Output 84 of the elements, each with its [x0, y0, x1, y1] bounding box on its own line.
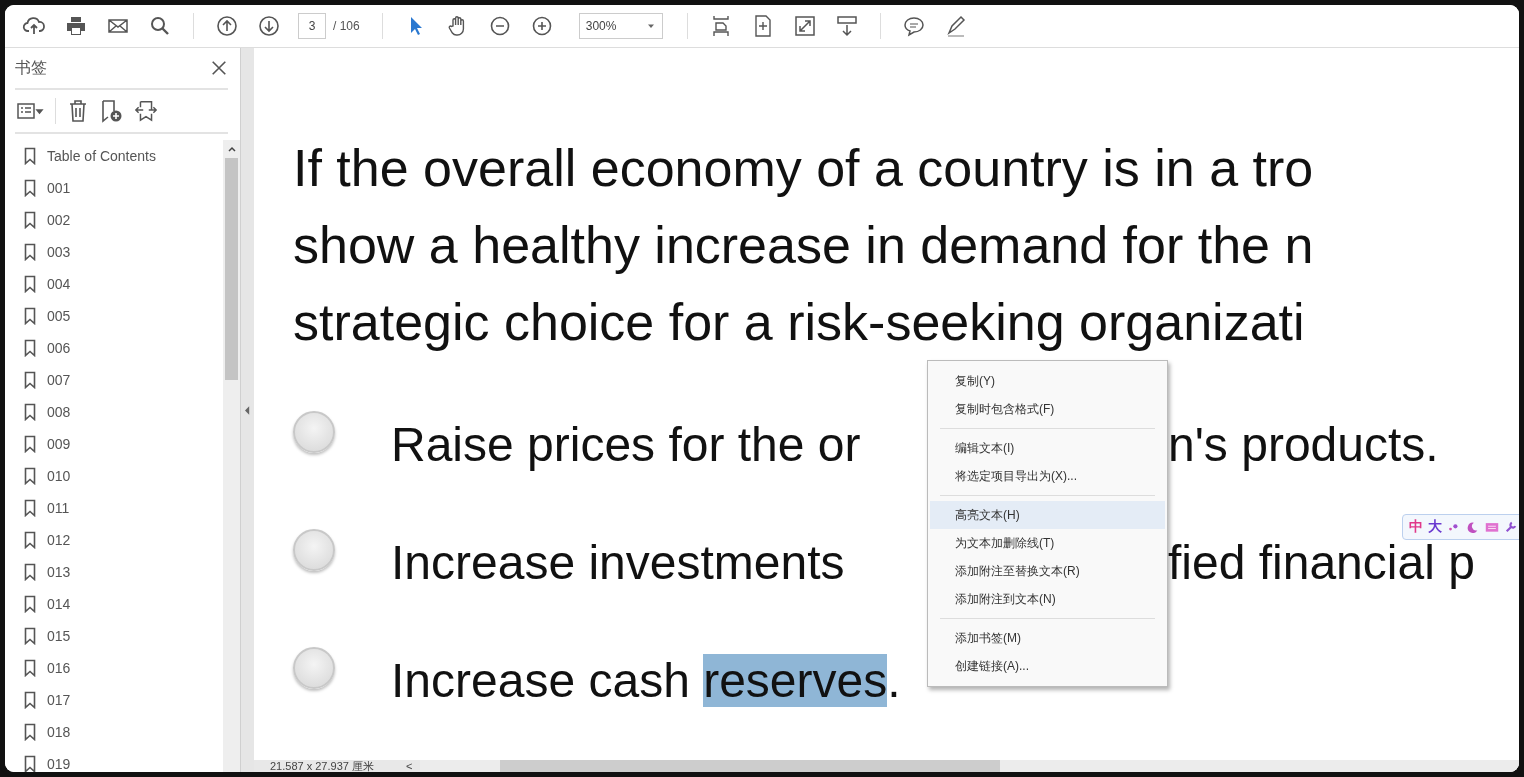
bookmark-item[interactable]: 006	[15, 332, 223, 364]
bookmark-item[interactable]: 014	[15, 588, 223, 620]
bookmark-icon	[24, 691, 36, 709]
bookmark-icon	[24, 275, 36, 293]
bookmark-item[interactable]: 003	[15, 236, 223, 268]
bookmark-item[interactable]: 008	[15, 396, 223, 428]
scroll-up-icon[interactable]	[226, 144, 237, 154]
option-text: fied financial p	[1168, 534, 1475, 590]
bookmark-icon	[24, 179, 36, 197]
bookmark-icon	[24, 147, 36, 165]
page-number-field[interactable]: 3	[298, 13, 326, 39]
print-icon[interactable]	[64, 14, 88, 38]
page-total: / 106	[333, 19, 360, 33]
ime-button[interactable]: 大	[1428, 518, 1442, 536]
menu-item[interactable]: 添加附注到文本(N)	[930, 585, 1165, 613]
bookmark-item[interactable]: Table of Contents	[15, 140, 223, 172]
close-icon[interactable]	[210, 59, 228, 77]
option-text: Increase cash	[391, 653, 691, 707]
menu-item[interactable]: 复制时包含格式(F)	[930, 395, 1165, 423]
bookmark-item[interactable]: 005	[15, 300, 223, 332]
ime-button[interactable]: 中	[1409, 518, 1423, 536]
bookmark-item[interactable]: 010	[15, 460, 223, 492]
bookmark-icon	[24, 563, 36, 581]
option-text: .	[887, 653, 901, 707]
bookmark-icon	[24, 723, 36, 741]
bookmark-arrows-icon[interactable]	[134, 99, 158, 123]
bookmark-item[interactable]: 007	[15, 364, 223, 396]
bookmark-icon	[24, 371, 36, 389]
bookmark-item[interactable]: 001	[15, 172, 223, 204]
bookmark-icon	[24, 403, 36, 421]
menu-item[interactable]: 高亮文本(H)	[930, 501, 1165, 529]
bookmark-item[interactable]: 016	[15, 652, 223, 684]
menu-item[interactable]: 创建链接(A)...	[930, 652, 1165, 680]
bookmark-item[interactable]: 011	[15, 492, 223, 524]
menu-item[interactable]: 编辑文本(I)	[930, 434, 1165, 462]
list-options-icon[interactable]	[15, 101, 45, 121]
bookmark-icon	[24, 595, 36, 613]
bookmark-item[interactable]: 004	[15, 268, 223, 300]
bookmark-icon	[24, 755, 36, 772]
wrench-icon[interactable]	[1504, 521, 1518, 533]
scroll-left-button[interactable]: <	[398, 760, 421, 772]
collapse-arrow-icon[interactable]	[245, 405, 250, 415]
bookmark-item[interactable]: 015	[15, 620, 223, 652]
bookmark-icon	[24, 467, 36, 485]
comment-icon[interactable]	[901, 14, 926, 38]
bookmark-icon	[24, 243, 36, 261]
question-text: show a healthy increase in demand for the n	[293, 215, 1315, 276]
bookmark-item[interactable]: 017	[15, 684, 223, 716]
bookmark-item[interactable]: 019	[15, 748, 223, 772]
radio-button[interactable]	[293, 411, 335, 453]
scroll-mode-icon[interactable]	[834, 14, 859, 38]
bookmark-icon	[24, 627, 36, 645]
page-size-label: 21.587 x 27.937 厘米	[269, 758, 375, 772]
bookmark-item[interactable]: 002	[15, 204, 223, 236]
expand-icon[interactable]	[792, 14, 817, 38]
question-text: strategic choice for a risk-seeking organizati	[293, 292, 1306, 353]
bookmark-item[interactable]: 009	[15, 428, 223, 460]
scrollbar-thumb[interactable]	[500, 760, 1001, 772]
question-text: If the overall economy of a country is in a tro	[293, 138, 1315, 199]
menu-item[interactable]: 添加附注至替换文本(R)	[930, 557, 1165, 585]
bookmark-icon	[24, 659, 36, 677]
radio-button[interactable]	[293, 529, 335, 571]
bookmark-icon	[24, 531, 36, 549]
bookmark-item[interactable]: 012	[15, 524, 223, 556]
bookmark-icon	[24, 435, 36, 453]
scrollbar[interactable]	[223, 140, 240, 772]
bookmark-icon	[24, 499, 36, 517]
menu-item[interactable]: 为文本加删除线(T)	[930, 529, 1165, 557]
menu-item[interactable]: 将选定项目导出为(X)...	[930, 462, 1165, 490]
bookmark-item[interactable]: 013	[15, 556, 223, 588]
bookmark-item[interactable]: 018	[15, 716, 223, 748]
bookmark-icon	[24, 307, 36, 325]
option-text: n's products.	[1168, 416, 1439, 472]
bookmark-icon	[24, 211, 36, 229]
menu-item[interactable]: 添加书签(M)	[930, 624, 1165, 652]
option-text: Raise prices for the or	[391, 417, 861, 471]
zoom-dropdown[interactable]: 300%	[578, 13, 663, 39]
radio-button[interactable]	[293, 647, 335, 689]
bookmark-icon	[24, 339, 36, 357]
option-text: Increase investments	[391, 535, 845, 589]
add-bookmark-icon[interactable]	[100, 99, 124, 123]
selected-text: reserves	[703, 653, 888, 707]
menu-item[interactable]: 复制(Y)	[930, 367, 1165, 395]
panel-title: 书签	[15, 57, 47, 78]
